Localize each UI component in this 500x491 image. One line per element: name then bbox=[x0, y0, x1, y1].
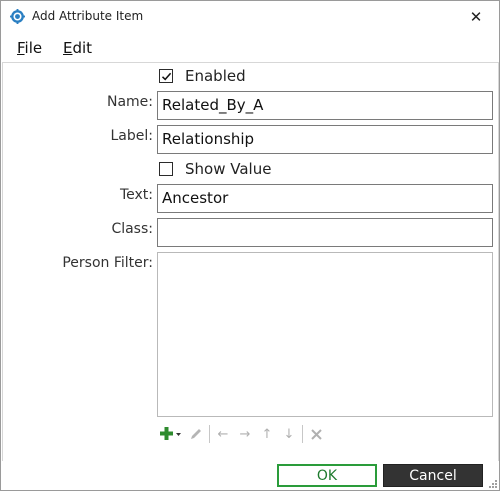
arrow-down-icon: ↓ bbox=[283, 426, 295, 442]
add-icon bbox=[160, 427, 181, 440]
name-label: Name: bbox=[106, 94, 153, 110]
cancel-button[interactable]: Cancel bbox=[383, 464, 483, 487]
delete-button[interactable] bbox=[305, 423, 327, 445]
title-bar: Add Attribute Item ✕ bbox=[1, 1, 499, 33]
gear-icon bbox=[10, 9, 25, 24]
person-filter-label: Person Filter: bbox=[62, 255, 153, 271]
checkmark-icon bbox=[161, 72, 172, 81]
class-field[interactable] bbox=[157, 218, 493, 247]
label-field[interactable]: Relationship bbox=[157, 125, 493, 154]
menu-bar: File Edit bbox=[1, 33, 499, 61]
move-up-button[interactable]: ↑ bbox=[256, 423, 278, 445]
menu-file[interactable]: File bbox=[17, 39, 42, 57]
filter-toolbar: ← → ↑ ↓ bbox=[157, 422, 327, 446]
toolbar-separator bbox=[209, 425, 210, 443]
label-label: Label: bbox=[110, 128, 154, 144]
window-title: Add Attribute Item bbox=[32, 9, 144, 23]
add-button[interactable] bbox=[157, 423, 185, 445]
move-down-button[interactable]: ↓ bbox=[278, 423, 300, 445]
arrow-up-icon: ↑ bbox=[261, 426, 273, 442]
arrow-left-icon: ← bbox=[217, 426, 229, 442]
edit-icon bbox=[191, 429, 201, 439]
edit-button[interactable] bbox=[185, 423, 207, 445]
enabled-checkbox[interactable] bbox=[159, 69, 173, 83]
dialog-footer: OK Cancel bbox=[1, 461, 499, 490]
move-left-button[interactable]: ← bbox=[212, 423, 234, 445]
person-filter-list[interactable] bbox=[157, 252, 493, 417]
menu-edit[interactable]: Edit bbox=[63, 39, 92, 57]
show-value-label: Show Value bbox=[185, 160, 272, 178]
ok-button[interactable]: OK bbox=[277, 464, 377, 487]
dialog-window: Add Attribute Item ✕ File Edit Enabled N… bbox=[0, 0, 500, 491]
delete-icon bbox=[310, 428, 322, 440]
form-area: Enabled Name: Related_By_A Label: Relati… bbox=[2, 62, 499, 462]
text-label: Text: bbox=[119, 187, 153, 203]
close-icon: ✕ bbox=[469, 8, 483, 26]
class-label: Class: bbox=[111, 221, 153, 237]
show-value-checkbox[interactable] bbox=[159, 162, 173, 176]
text-field[interactable]: Ancestor bbox=[157, 184, 493, 213]
toolbar-separator bbox=[302, 425, 303, 443]
name-field[interactable]: Related_By_A bbox=[157, 91, 493, 120]
arrow-right-icon: → bbox=[239, 426, 251, 442]
close-button[interactable]: ✕ bbox=[453, 1, 499, 33]
move-right-button[interactable]: → bbox=[234, 423, 256, 445]
enabled-label: Enabled bbox=[185, 67, 246, 85]
resize-grip-icon[interactable] bbox=[488, 479, 498, 489]
